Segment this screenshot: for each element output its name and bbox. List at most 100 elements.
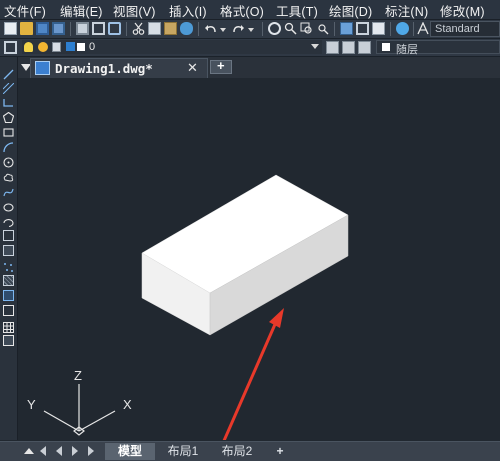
point-icon[interactable] xyxy=(3,260,14,272)
print-icon[interactable] xyxy=(76,22,89,35)
ellipse-arc-icon[interactable] xyxy=(3,215,14,228)
layer-color-swatch xyxy=(66,42,75,51)
design-center-icon[interactable] xyxy=(356,22,369,35)
ucs-z-label: Z xyxy=(74,368,82,383)
tab-model[interactable]: 模型 xyxy=(105,443,155,460)
redo-icon[interactable] xyxy=(232,22,245,35)
menu-draw[interactable]: 绘图(D) xyxy=(329,1,372,20)
properties-icon[interactable] xyxy=(340,22,353,35)
color-control-value: 随层 xyxy=(396,44,418,56)
draw-toolbar xyxy=(0,57,18,440)
tab-scroll-up-icon[interactable] xyxy=(24,448,34,454)
current-layer-name: 0 xyxy=(89,41,96,53)
last-tab-icon[interactable] xyxy=(88,446,94,456)
insert-block-icon[interactable] xyxy=(3,230,14,241)
help-icon[interactable] xyxy=(396,22,409,35)
rectangle-icon[interactable] xyxy=(3,125,14,137)
standard-toolbar: Standard xyxy=(0,20,500,39)
layer-states-icon[interactable] xyxy=(358,41,371,54)
close-tab-icon[interactable]: ✕ xyxy=(187,60,198,76)
menu-bar: 文件(F) 编辑(E) 视图(V) 插入(I) 格式(O) 工具(T) 绘图(D… xyxy=(0,0,500,20)
open-folder-icon[interactable] xyxy=(20,22,33,35)
layers-toolbar: 0 随层 xyxy=(0,39,500,57)
add-layout-button[interactable]: + xyxy=(266,443,294,460)
menu-modify[interactable]: 修改(M) xyxy=(440,1,485,20)
pan-icon[interactable] xyxy=(268,22,281,35)
zoom-window-icon[interactable] xyxy=(300,22,313,35)
publish-icon[interactable] xyxy=(108,22,121,35)
arc-icon[interactable] xyxy=(3,140,14,153)
tab-layout2[interactable]: 布局2 xyxy=(212,443,262,460)
new-file-icon[interactable] xyxy=(4,22,17,35)
ucs-icon xyxy=(43,384,116,436)
document-tab-title: Drawing1.dwg* xyxy=(55,61,153,76)
line-icon[interactable] xyxy=(3,67,14,80)
menu-file[interactable]: 文件(F) xyxy=(4,1,46,20)
region-icon[interactable] xyxy=(3,305,14,316)
print-preview-icon[interactable] xyxy=(92,22,105,35)
table-icon[interactable] xyxy=(3,320,14,333)
menu-tools[interactable]: 工具(T) xyxy=(276,1,318,20)
model-space xyxy=(43,174,349,440)
sun-icon[interactable] xyxy=(38,42,48,52)
tool-palette-icon[interactable] xyxy=(372,22,385,35)
toolbar-separator xyxy=(262,22,263,36)
multiline-text-icon[interactable] xyxy=(3,335,14,346)
text-style-icon xyxy=(417,21,430,35)
layout-tab-bar: 模型 布局1 布局2 + xyxy=(0,441,500,461)
redo-dropdown-icon[interactable] xyxy=(248,28,254,32)
menu-format[interactable]: 格式(O) xyxy=(220,1,264,20)
save-all-icon[interactable] xyxy=(52,22,65,35)
toolbar-separator xyxy=(70,22,71,36)
polygon-icon[interactable] xyxy=(2,110,15,124)
text-style-dropdown[interactable]: Standard xyxy=(430,21,500,37)
layer-previous-icon[interactable] xyxy=(342,41,355,54)
undo-icon[interactable] xyxy=(204,22,217,35)
dwg-file-icon xyxy=(35,61,50,75)
first-tab-icon[interactable] xyxy=(40,446,46,456)
annotation-arrow-head xyxy=(269,308,284,328)
menu-view[interactable]: 视图(V) xyxy=(113,1,156,20)
toolbar-separator xyxy=(334,22,335,36)
gradient-icon[interactable] xyxy=(3,290,14,301)
toolbar-separator xyxy=(390,22,391,36)
previous-tab-icon[interactable] xyxy=(56,446,62,456)
toolbar-separator xyxy=(126,22,127,36)
construction-line-icon[interactable] xyxy=(2,81,15,95)
ucs-y-label: Y xyxy=(27,397,36,412)
make-block-icon[interactable] xyxy=(3,245,14,256)
annotation-arrow-shaft xyxy=(222,321,278,440)
polyline-icon[interactable] xyxy=(3,95,14,107)
drawing-canvas[interactable]: Z Y X xyxy=(18,78,500,440)
ellipse-icon[interactable] xyxy=(3,200,14,212)
color-control-dropdown[interactable] xyxy=(376,40,500,54)
lightbulb-icon[interactable] xyxy=(24,42,33,52)
next-tab-icon[interactable] xyxy=(72,446,78,456)
cut-icon[interactable] xyxy=(132,22,145,35)
paste-icon[interactable] xyxy=(164,22,177,35)
match-properties-icon[interactable] xyxy=(180,22,193,35)
undo-dropdown-icon[interactable] xyxy=(220,28,226,32)
layer-white-swatch xyxy=(77,43,85,51)
lock-icon[interactable] xyxy=(52,42,61,52)
spline-icon[interactable] xyxy=(3,185,14,197)
hatch-icon[interactable] xyxy=(3,275,14,286)
toolbar-separator xyxy=(413,22,414,36)
zoom-realtime-icon[interactable] xyxy=(284,22,297,35)
make-current-layer-icon[interactable] xyxy=(326,41,339,54)
new-tab-icon: + xyxy=(217,58,225,73)
save-icon[interactable] xyxy=(36,22,49,35)
color-swatch xyxy=(382,43,390,51)
copy-icon[interactable] xyxy=(148,22,161,35)
menu-edit[interactable]: 编辑(E) xyxy=(60,1,103,20)
zoom-previous-icon[interactable] xyxy=(316,22,329,35)
menu-dimension[interactable]: 标注(N) xyxy=(385,1,428,20)
layer-dropdown-arrow-icon[interactable] xyxy=(311,44,319,49)
circle-icon[interactable] xyxy=(3,155,14,168)
toolbar-separator xyxy=(198,22,199,36)
ucs-x-label: X xyxy=(123,397,132,412)
revision-cloud-icon[interactable] xyxy=(3,170,14,182)
menu-insert[interactable]: 插入(I) xyxy=(169,1,207,20)
tab-layout1[interactable]: 布局1 xyxy=(158,443,208,460)
layer-manager-icon[interactable] xyxy=(4,41,17,54)
